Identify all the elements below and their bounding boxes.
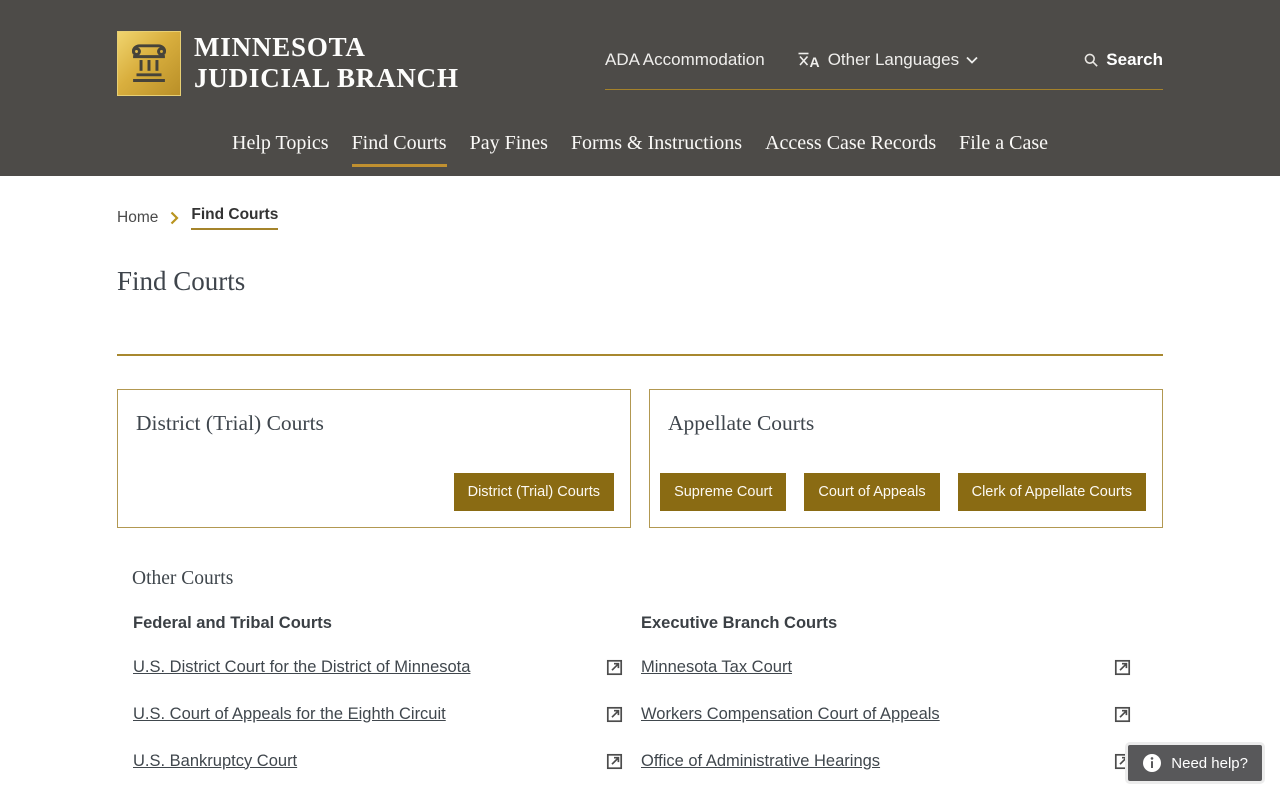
need-help-label: Need help? (1171, 754, 1248, 772)
chevron-down-icon (966, 56, 978, 64)
external-link-icon[interactable] (1113, 704, 1133, 724)
site-logo[interactable]: MINNESOTA JUDICIAL BRANCH (117, 0, 459, 96)
executive-branch-courts-column: Executive Branch Courts Minnesota Tax Co… (641, 614, 1133, 800)
list-item: U.S. District Court for the District of … (133, 657, 625, 677)
ada-accommodation-link[interactable]: ADA Accommodation (605, 50, 765, 70)
page-title: Find Courts (117, 266, 246, 296)
nav-item-help-topics[interactable]: Help Topics (232, 132, 329, 167)
breadcrumb-home-link[interactable]: Home (117, 209, 158, 227)
clerk-of-appellate-courts-button[interactable]: Clerk of Appellate Courts (957, 473, 1146, 511)
card-title: Appellate Courts (668, 411, 815, 435)
list-item: Office of Administrative Hearings (641, 751, 1133, 771)
other-languages-menu[interactable]: A Other Languages (797, 50, 978, 70)
utility-bar: ADA Accommodation A Other Languages Sear… (605, 50, 1163, 90)
title-divider (117, 354, 1163, 356)
list-item: Workers Compensation Court of Appeals (641, 704, 1133, 724)
list-item: U.S. Bankruptcy Court (133, 751, 625, 771)
supreme-court-button[interactable]: Supreme Court (660, 473, 787, 511)
nav-item-forms-instructions[interactable]: Forms & Instructions (571, 132, 742, 167)
nav-item-access-case-records[interactable]: Access Case Records (765, 132, 936, 167)
column-heading: Federal and Tribal Courts (133, 614, 332, 632)
site-header: MINNESOTA JUDICIAL BRANCH ADA Accommodat… (0, 0, 1280, 176)
search-button[interactable]: Search (1083, 50, 1163, 70)
district-trial-courts-button[interactable]: District (Trial) Courts (453, 473, 614, 511)
court-link[interactable]: Office of Administrative Hearings (641, 752, 880, 771)
external-link-icon[interactable] (605, 657, 625, 677)
main-nav: Help Topics Find Courts Pay Fines Forms … (117, 132, 1163, 167)
other-languages-label: Other Languages (827, 50, 960, 69)
court-link[interactable]: Workers Compensation Court of Appeals (641, 705, 940, 724)
court-link[interactable]: Minnesota Tax Court (641, 658, 792, 677)
column-heading: Executive Branch Courts (641, 614, 838, 632)
translate-icon: A (797, 50, 821, 70)
court-link[interactable]: U.S. Bankruptcy Court (133, 752, 297, 771)
site-wordmark: MINNESOTA JUDICIAL BRANCH (194, 32, 459, 94)
info-icon (1142, 753, 1162, 773)
svg-text:A: A (809, 54, 819, 70)
nav-item-pay-fines[interactable]: Pay Fines (470, 132, 548, 167)
search-icon (1083, 52, 1100, 69)
breadcrumb: Home Find Courts (117, 206, 1163, 230)
external-link-icon[interactable] (1113, 657, 1133, 677)
court-cards-row: District (Trial) Courts District (Trial)… (117, 389, 1163, 528)
breadcrumb-current: Find Courts (191, 206, 279, 230)
other-courts-section: Other Courts Federal and Tribal Courts U… (132, 568, 1133, 800)
nav-item-find-courts[interactable]: Find Courts (351, 132, 447, 167)
column-logo-icon (117, 31, 181, 96)
wordmark-line2: JUDICIAL BRANCH (194, 63, 459, 93)
breadcrumb-chevron-icon (170, 211, 179, 225)
other-courts-title: Other Courts (132, 568, 234, 589)
need-help-button[interactable]: Need help? (1125, 742, 1265, 784)
court-link[interactable]: U.S. Court of Appeals for the Eighth Cir… (133, 705, 446, 724)
external-link-icon[interactable] (605, 704, 625, 724)
list-item: U.S. Court of Appeals for the Eighth Cir… (133, 704, 625, 724)
external-link-icon[interactable] (605, 751, 625, 771)
search-label: Search (1106, 50, 1163, 69)
card-title: District (Trial) Courts (136, 411, 324, 435)
list-item: Minnesota Tax Court (641, 657, 1133, 677)
district-trial-courts-card: District (Trial) Courts District (Trial)… (117, 389, 631, 528)
nav-item-file-a-case[interactable]: File a Case (959, 132, 1048, 167)
court-link[interactable]: U.S. District Court for the District of … (133, 658, 470, 677)
federal-tribal-courts-column: Federal and Tribal Courts U.S. District … (133, 614, 625, 800)
wordmark-line1: MINNESOTA (194, 32, 366, 62)
court-of-appeals-button[interactable]: Court of Appeals (804, 473, 940, 511)
appellate-courts-card: Appellate Courts Supreme Court Court of … (649, 389, 1163, 528)
